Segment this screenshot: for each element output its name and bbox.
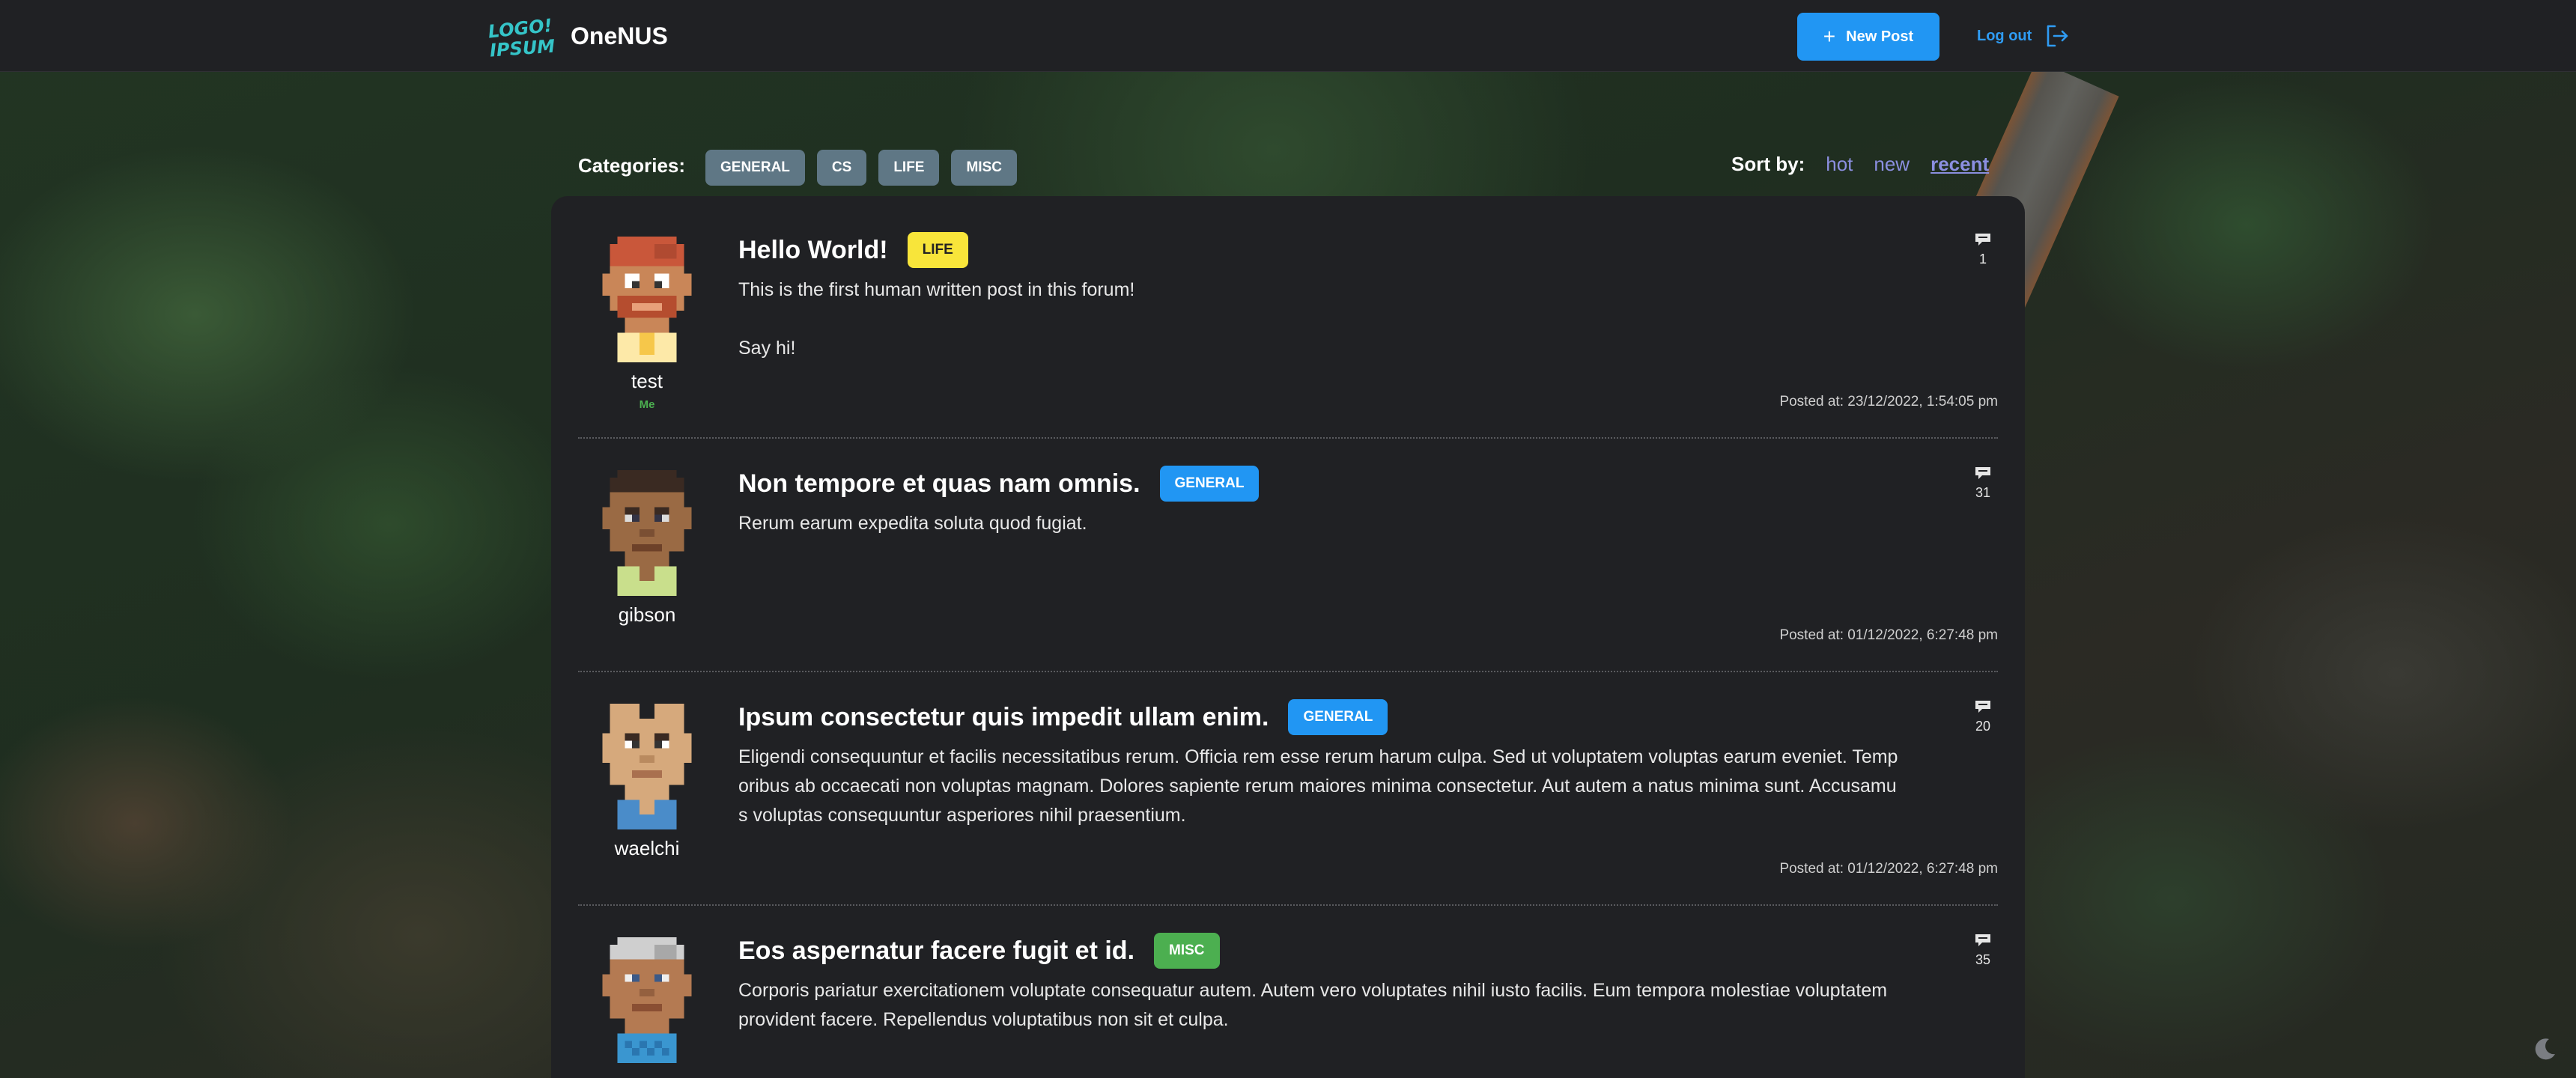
post-item[interactable]: waelchi Ipsum consectetur quis impedit u…: [578, 663, 1998, 897]
post-tag[interactable]: MISC: [1154, 933, 1220, 969]
comment-icon: [1975, 467, 1990, 479]
post-title[interactable]: Eos aspernatur facere fugit et id.: [738, 937, 1134, 966]
new-post-button[interactable]: + New Post: [1797, 13, 1939, 61]
post-timestamp: Posted at: 23/12/2022, 1:54:05 pm: [1779, 394, 1998, 409]
avatar[interactable]: [595, 470, 699, 596]
top-bar: LOGO! IPSUM OneNUS + New Post Log out: [0, 0, 2576, 72]
avatar[interactable]: [595, 937, 699, 1063]
post-title[interactable]: Non tempore et quas nam omnis.: [738, 469, 1140, 499]
category-chip-cs[interactable]: CS: [816, 150, 867, 186]
comment-count[interactable]: 31: [1960, 466, 2005, 501]
svg-text:IPSUM: IPSUM: [489, 36, 556, 58]
avatar[interactable]: [595, 704, 699, 829]
post-title[interactable]: Ipsum consectetur quis impedit ullam eni…: [738, 703, 1269, 732]
post-body: Corporis pariatur exercitationem volupta…: [738, 980, 1888, 1030]
comment-count[interactable]: 1: [1960, 232, 2005, 267]
post-body: This is the first human written post in …: [738, 279, 1135, 359]
brand-name[interactable]: OneNUS: [571, 22, 668, 50]
post-body: Eligendi consequuntur et facilis necessi…: [738, 746, 1898, 826]
sort-controls: Sort by: hot new recent: [1731, 153, 1989, 176]
comment-count[interactable]: 35: [1960, 933, 2005, 968]
post-username[interactable]: gibson: [578, 603, 716, 627]
logout-icon: [2047, 25, 2068, 47]
post-item[interactable]: gibson Non tempore et quas nam omnis. GE…: [578, 430, 1998, 663]
posts-panel: test Me Hello World! LIFE This is the fi…: [551, 196, 2025, 1078]
moon-icon[interactable]: [2533, 1036, 2558, 1062]
post-username[interactable]: test: [578, 370, 716, 393]
comment-count-value: 31: [1975, 485, 1991, 500]
sort-option-recent[interactable]: recent: [1931, 153, 1989, 176]
post-title[interactable]: Hello World!: [738, 236, 888, 265]
categories-label: Categories:: [578, 154, 686, 177]
avatar[interactable]: [595, 237, 699, 362]
comment-icon: [1975, 701, 1990, 713]
category-chip-general[interactable]: GENERAL: [705, 150, 805, 186]
post-body: Rerum earum expedita soluta quod fugiat.: [738, 513, 1087, 534]
post-tag[interactable]: LIFE: [907, 232, 968, 268]
post-title-row: Eos aspernatur facere fugit et id. MISC: [738, 933, 1220, 969]
post-username[interactable]: waelchi: [578, 837, 716, 860]
comment-count-value: 35: [1975, 952, 1991, 967]
comment-count[interactable]: 20: [1960, 699, 2005, 734]
category-chip-life[interactable]: LIFE: [878, 150, 940, 186]
logout-label: Log out: [1977, 27, 2032, 44]
sort-option-new[interactable]: new: [1874, 153, 1910, 176]
post-title-row: Non tempore et quas nam omnis. GENERAL: [738, 466, 1260, 502]
post-tag[interactable]: GENERAL: [1288, 699, 1388, 735]
post-tag[interactable]: GENERAL: [1159, 466, 1260, 502]
logout-button[interactable]: Log out: [1977, 21, 2069, 51]
sort-option-hot[interactable]: hot: [1826, 153, 1853, 176]
post-item[interactable]: Eos aspernatur facere fugit et id. MISC …: [578, 897, 1998, 1078]
post-title-row: Ipsum consectetur quis impedit ullam eni…: [738, 699, 1388, 735]
comment-icon: [1975, 934, 1990, 946]
post-item[interactable]: test Me Hello World! LIFE This is the fi…: [578, 196, 1998, 430]
post-timestamp: Posted at: 01/12/2022, 6:27:48 pm: [1779, 861, 1998, 877]
post-title-row: Hello World! LIFE: [738, 232, 968, 268]
category-chip-misc[interactable]: MISC: [951, 150, 1017, 186]
category-chips: GENERAL CS LIFE MISC: [705, 150, 1017, 186]
post-timestamp: Posted at: 01/12/2022, 6:27:48 pm: [1779, 627, 1998, 643]
sort-label: Sort by:: [1731, 153, 1805, 175]
new-post-label: New Post: [1846, 28, 1914, 45]
me-badge: Me: [639, 398, 655, 411]
comment-count-value: 20: [1975, 719, 1991, 734]
plus-icon: +: [1823, 25, 1836, 48]
comment-icon: [1975, 234, 1990, 246]
comment-count-value: 1: [1978, 252, 1987, 267]
logo-icon[interactable]: LOGO! IPSUM: [485, 16, 557, 58]
